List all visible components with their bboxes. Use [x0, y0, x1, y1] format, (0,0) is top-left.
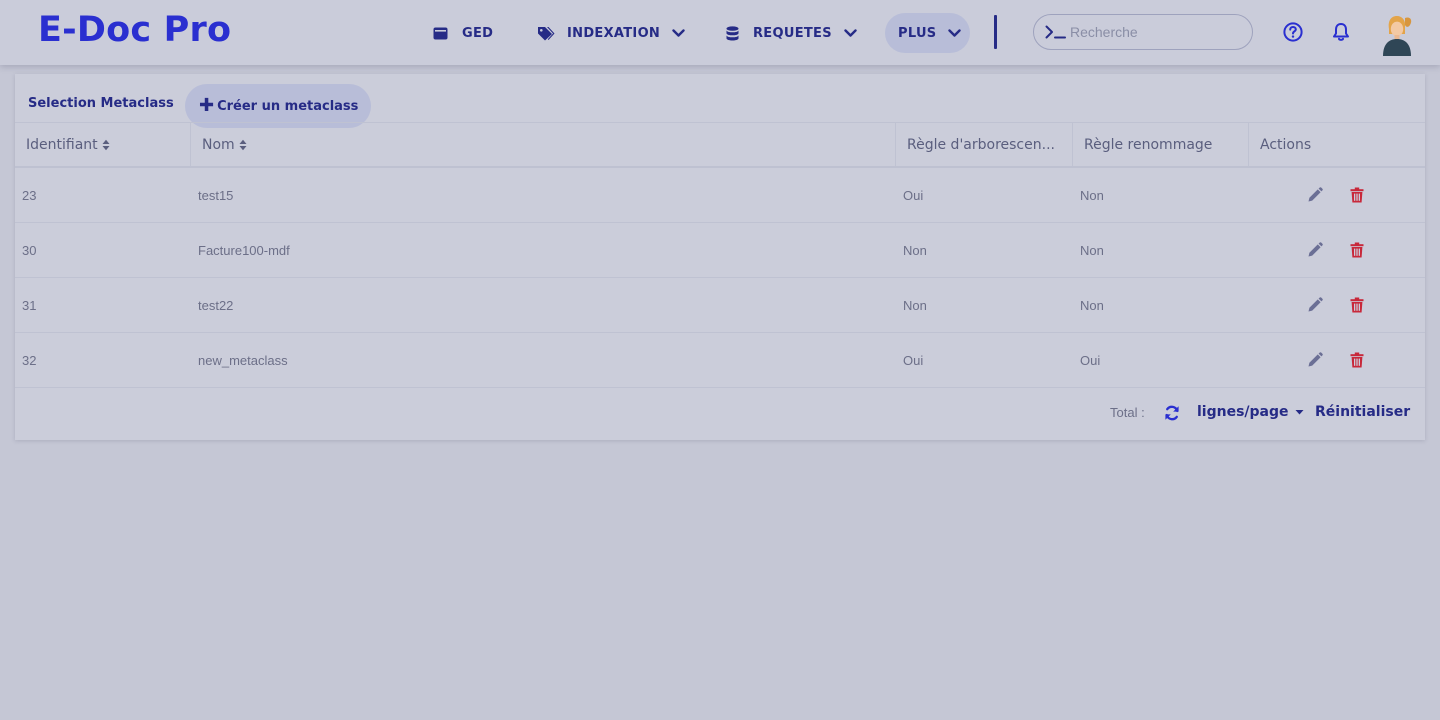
pencil-icon	[1308, 187, 1323, 202]
search-box[interactable]	[1033, 14, 1253, 50]
nav-plus-label: PLUS	[898, 25, 937, 41]
table-footer: Total : lignes/page Réinitialiser	[15, 388, 1425, 440]
trash-icon	[1350, 297, 1364, 313]
delete-button[interactable]	[1350, 297, 1364, 313]
trash-icon	[1350, 242, 1364, 258]
edit-button[interactable]	[1307, 187, 1323, 203]
cell-regle-arborescence: Oui	[903, 187, 924, 203]
pencil-icon	[1308, 352, 1323, 367]
delete-button[interactable]	[1350, 352, 1364, 368]
cell-regle-arborescence: Non	[903, 242, 927, 258]
chevron-down-icon	[672, 28, 685, 37]
delete-button[interactable]	[1350, 187, 1364, 203]
panel-title: Selection Metaclass	[28, 96, 174, 111]
cell-actions	[1249, 168, 1425, 222]
pencil-icon	[1308, 242, 1323, 257]
plus-icon: ✚	[199, 95, 215, 116]
folder-icon	[433, 27, 448, 39]
bell-icon[interactable]	[1332, 22, 1350, 42]
cell-nom: test22	[198, 297, 234, 313]
edit-button[interactable]	[1307, 352, 1323, 368]
column-header-label: Règle renommage	[1084, 136, 1213, 153]
sort-icon[interactable]	[102, 139, 110, 151]
table-row[interactable]: 32 new_metaclass Oui Oui	[15, 333, 1425, 388]
trash-icon	[1350, 352, 1364, 368]
cell-identifiant: 31	[22, 297, 37, 313]
nav-indexation-label: INDEXATION	[567, 25, 661, 41]
avatar[interactable]	[1379, 12, 1415, 56]
pencil-icon	[1308, 297, 1323, 312]
column-header-label: Identifiant	[26, 136, 98, 153]
cell-identifiant: 30	[22, 242, 37, 258]
cell-regle-renommage: Non	[1080, 297, 1104, 313]
cell-identifiant: 32	[22, 352, 37, 368]
help-icon[interactable]	[1283, 22, 1303, 42]
chevron-down-icon	[844, 28, 857, 37]
column-header-regle-arborescence: Règle d'arborescen...	[896, 123, 1073, 166]
cell-regle-renommage: Non	[1080, 242, 1104, 258]
sort-icon[interactable]	[239, 139, 247, 151]
search-input[interactable]	[1070, 24, 1240, 40]
nav-requetes[interactable]: REQUETES	[726, 13, 857, 53]
cell-nom: test15	[198, 187, 234, 203]
cell-regle-arborescence: Non	[903, 297, 927, 313]
cell-actions	[1249, 278, 1425, 332]
cell-regle-arborescence: Oui	[903, 352, 924, 368]
app-logo[interactable]: E-Doc Pro	[38, 10, 231, 50]
nav-divider	[994, 15, 997, 49]
chevron-down-icon	[948, 28, 962, 37]
nav-ged-label: GED	[462, 25, 494, 41]
lines-per-page-label: lignes/page	[1197, 404, 1289, 420]
edit-button[interactable]	[1307, 242, 1323, 258]
trash-icon	[1350, 187, 1364, 203]
column-header-nom[interactable]: Nom	[191, 123, 896, 166]
reset-button[interactable]: Réinitialiser	[1315, 404, 1410, 420]
refresh-icon[interactable]	[1164, 405, 1180, 421]
tags-icon	[538, 26, 555, 40]
edit-button[interactable]	[1307, 297, 1323, 313]
column-header-label: Actions	[1260, 136, 1312, 153]
cell-actions	[1249, 223, 1425, 277]
table-row[interactable]: 23 test15 Oui Non	[15, 168, 1425, 223]
delete-button[interactable]	[1350, 242, 1364, 258]
table-row[interactable]: 31 test22 Non Non	[15, 278, 1425, 333]
column-header-actions: Actions	[1249, 123, 1425, 166]
cell-actions	[1249, 333, 1425, 387]
metaclass-panel: Selection Metaclass ✚ Créer un metaclass…	[15, 74, 1425, 440]
terminal-icon	[1045, 25, 1066, 39]
cell-regle-renommage: Oui	[1080, 352, 1101, 368]
total-label: Total :	[1110, 405, 1145, 420]
lines-per-page-dropdown[interactable]: lignes/page	[1197, 404, 1304, 420]
cell-identifiant: 23	[22, 187, 37, 203]
nav-ged[interactable]: GED	[433, 13, 493, 53]
nav-indexation[interactable]: INDEXATION	[537, 13, 685, 53]
cell-regle-renommage: Non	[1080, 187, 1104, 203]
column-header-regle-renommage: Règle renommage	[1073, 123, 1249, 166]
cell-nom: new_metaclass	[198, 352, 288, 368]
nav-plus[interactable]: PLUS	[885, 13, 970, 53]
caret-down-icon	[1295, 410, 1304, 415]
column-header-label: Règle d'arborescen...	[907, 136, 1055, 153]
column-header-identifiant[interactable]: Identifiant	[15, 123, 191, 166]
metaclass-table: Identifiant Nom Règle d'arborescen... Rè…	[15, 122, 1425, 388]
nav-requetes-label: REQUETES	[753, 25, 832, 41]
top-navbar: E-Doc Pro GED INDEXATION REQUETES PLUS	[0, 0, 1440, 65]
database-icon	[726, 25, 739, 40]
create-metaclass-label: Créer un metaclass	[217, 98, 359, 114]
table-header: Identifiant Nom Règle d'arborescen... Rè…	[15, 122, 1425, 168]
table-row[interactable]: 30 Facture100-mdf Non Non	[15, 223, 1425, 278]
column-header-label: Nom	[202, 136, 235, 153]
cell-nom: Facture100-mdf	[198, 242, 290, 258]
